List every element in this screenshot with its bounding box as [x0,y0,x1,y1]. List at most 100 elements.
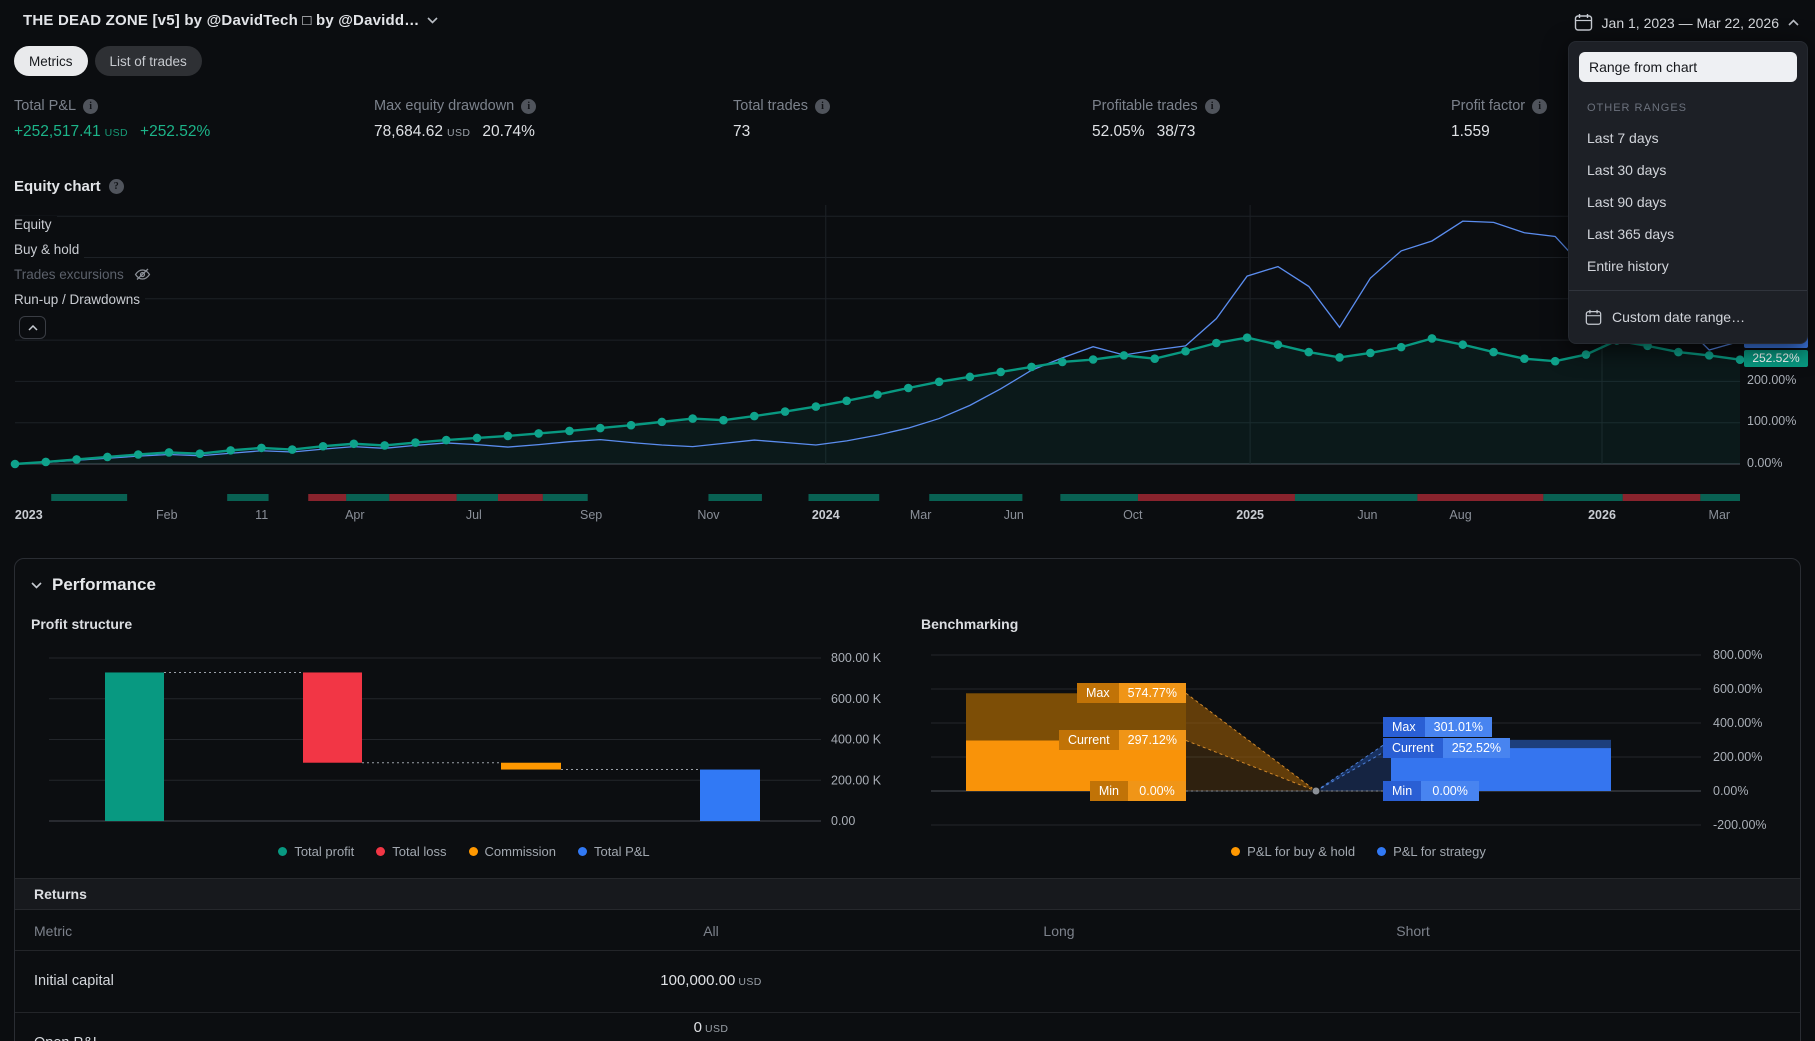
equity-xtick: 2026 [1588,508,1616,522]
menu-item-last-365-days[interactable]: Last 365 days [1569,218,1807,250]
menu-section-label: OTHER RANGES [1587,102,1688,114]
equity-chart-heading: Equity chart ? [14,178,124,195]
info-icon[interactable]: i [814,98,830,114]
chevron-down-icon [31,581,42,589]
buyhold-min-badge: Min 0.00% [1089,781,1186,801]
info-icon[interactable]: i [521,98,537,114]
help-icon[interactable]: ? [108,179,124,194]
profit-structure-legend: Total profit Total loss Commission Total P&… [31,844,897,859]
equity-price-badge: 252.52% [1744,350,1808,367]
table-row-initial-capital[interactable]: Initial capital 100,000.00 USD [15,951,1800,1013]
col-short: Short [1396,923,1430,939]
equity-xtick: 11 [255,508,269,522]
menu-item-last-7-days[interactable]: Last 7 days [1569,122,1807,154]
metric-label: Total trades [733,98,808,114]
svg-text:600.00 K: 600.00 K [831,692,882,706]
equity-xtick: Jun [1003,508,1024,522]
benchmarking-panel: Benchmarking 800.00% 600.00% 400.00% 200.00… [921,616,1796,872]
legend-item[interactable]: P&L for buy & hold [1231,844,1355,859]
menu-item-label: Custom date range… [1612,309,1746,325]
menu-item-last-90-days[interactable]: Last 90 days [1569,186,1807,218]
menu-item-entire-history[interactable]: Entire history [1569,250,1807,282]
legend-trades-excursions[interactable]: Trades excursions [14,266,156,283]
buyhold-current-badge: Current 297.12% [1058,730,1186,750]
equity-xtick: Jul [465,508,482,522]
equity-xtick: Mar [1708,508,1731,522]
row-metric: Open P&L [34,1035,101,1041]
equity-xtick: Oct [1123,508,1143,522]
metric-label: Profit factor [1451,98,1526,114]
menu-divider [1569,290,1807,291]
equity-xaxis[interactable]: 2023 Feb 11 Apr Jul Sep Nov 2024 Mar Jun Oct 2025 Ju… [0,508,1815,526]
strategy-title-row[interactable]: THE DEAD ZONE [v5] by @DavidTech □ by @D… [23,12,439,29]
legend-runup-drawdowns[interactable]: Run-up / Drawdowns [14,291,146,308]
metric-label: Total P&L [14,98,77,114]
benchmarking-chart: 800.00% 600.00% 400.00% 200.00% 0.00% -200.00… [931,648,1767,832]
equity-xtick: Mar [909,508,932,522]
info-icon[interactable]: i [83,98,99,114]
svg-text:600.00%: 600.00% [1713,682,1762,696]
equity-chart-canvas [10,205,1745,501]
profit-structure-chart: 800.00 K 600.00 K 400.00 K 200.00 K 0.00 [49,651,882,828]
date-range-button[interactable]: Jan 1, 2023 — Mar 22, 2026 [1568,10,1805,35]
metric-profit-factor: Profit factor i 1.559 [1451,98,1548,141]
table-row-open-pnl[interactable]: 0USD Open P&L [15,1013,1800,1041]
metric-secondary: 20.74% [482,123,535,140]
menu-item-custom-date-range[interactable]: Custom date range… [1569,299,1807,335]
performance-header[interactable]: Performance [31,575,156,595]
collapse-legend-button[interactable] [19,316,46,339]
equity-xtick: Jun [1357,508,1378,522]
row-value-all: 0 USD [693,1019,729,1036]
returns-column-headers: Metric All Long Short [15,910,1800,951]
metric-label: Max equity drawdown [374,98,515,114]
date-range-text: Jan 1, 2023 — Mar 22, 2026 [1601,14,1779,31]
metric-unit: USD [446,127,471,139]
info-icon[interactable]: i [1532,98,1548,114]
metric-value: 52.05% [1092,123,1145,140]
legend-item[interactable]: Commission [468,844,556,859]
legend-item[interactable]: Total profit [278,844,354,859]
legend-equity[interactable]: Equity [14,216,57,233]
equity-ytick: 200.00% [1747,373,1797,387]
profit-structure-title: Profit structure [31,616,133,632]
equity-xtick: Feb [156,508,178,522]
strategy-min-badge: Min 0.00% [1383,781,1480,801]
legend-item[interactable]: Total loss [376,844,447,859]
equity-xtick: Sep [580,508,603,522]
metric-profitable-trades: Profitable trades i 52.05% 38/73 [1092,98,1220,141]
legend-item[interactable]: Total P&L [578,844,650,859]
svg-text:400.00 K: 400.00 K [831,733,882,747]
equity-ytick: 100.00% [1747,414,1797,428]
row-value-all: 100,000.00 USD [660,972,762,989]
menu-item-range-from-chart[interactable]: Range from chart [1579,52,1797,82]
metric-secondary: +252.52% [140,123,211,140]
metric-unit: USD [104,127,129,139]
info-icon[interactable]: i [1204,98,1220,114]
date-range-menu: Range from chart OTHER RANGES Last 7 day… [1568,41,1808,344]
strategy-current-badge: Current 252.52% [1383,738,1511,758]
tab-metrics[interactable]: Metrics [14,46,88,76]
metric-value: 73 [733,123,751,140]
eye-off-icon [134,268,151,280]
menu-item-last-30-days[interactable]: Last 30 days [1569,154,1807,186]
equity-xtick: 2024 [811,508,840,522]
legend-item[interactable]: P&L for strategy [1377,844,1486,859]
equity-xtick: 2025 [1236,508,1264,522]
equity-xtick: Apr [345,508,365,522]
metric-label: Profitable trades [1092,98,1198,114]
svg-text:200.00 K: 200.00 K [831,773,882,787]
tab-list-of-trades[interactable]: List of trades [94,46,202,76]
metric-max-drawdown: Max equity drawdown i 78,684.62 USD 20.74% [374,98,537,141]
svg-text:0.00%: 0.00% [1713,784,1748,798]
chevron-up-icon [1788,19,1799,26]
returns-heading: Returns [15,878,1800,910]
equity-xtick: Aug [1449,508,1472,522]
strategy-max-badge: Max 301.01% [1383,717,1492,737]
strategy-title: THE DEAD ZONE [v5] by @DavidTech □ by @D… [23,12,420,29]
col-metric: Metric [34,923,73,939]
metric-value: +252,517.41 [14,123,101,140]
metric-value: 1.559 [1451,123,1490,140]
metric-total-trades: Total trades i 73 [733,98,830,141]
legend-buy-and-hold[interactable]: Buy & hold [14,241,85,258]
equity-ytick: 0.00% [1747,456,1783,470]
